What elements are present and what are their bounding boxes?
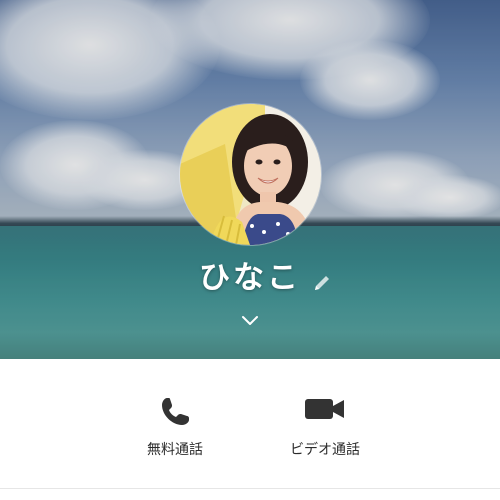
video-camera-icon [305,399,344,419]
chevron-down-icon[interactable] [240,312,260,330]
pencil-icon[interactable] [312,273,332,293]
free-call-label: 無料通話 [147,442,203,458]
divider [0,488,500,489]
action-bar: 無料通話 ビデオ通話 [0,359,500,500]
video-call-button[interactable]: ビデオ通話 [245,359,405,479]
avatar[interactable] [180,104,321,245]
profile-screen: ひなこ 無料通話 ビデオ通話 [0,0,500,500]
avatar-photo [180,104,321,245]
phone-icon [162,398,189,425]
profile-name-row: ひなこ [0,258,500,298]
video-call-label: ビデオ通話 [290,442,360,458]
profile-name: ひなこ [199,260,301,296]
free-call-button[interactable]: 無料通話 [95,359,255,479]
